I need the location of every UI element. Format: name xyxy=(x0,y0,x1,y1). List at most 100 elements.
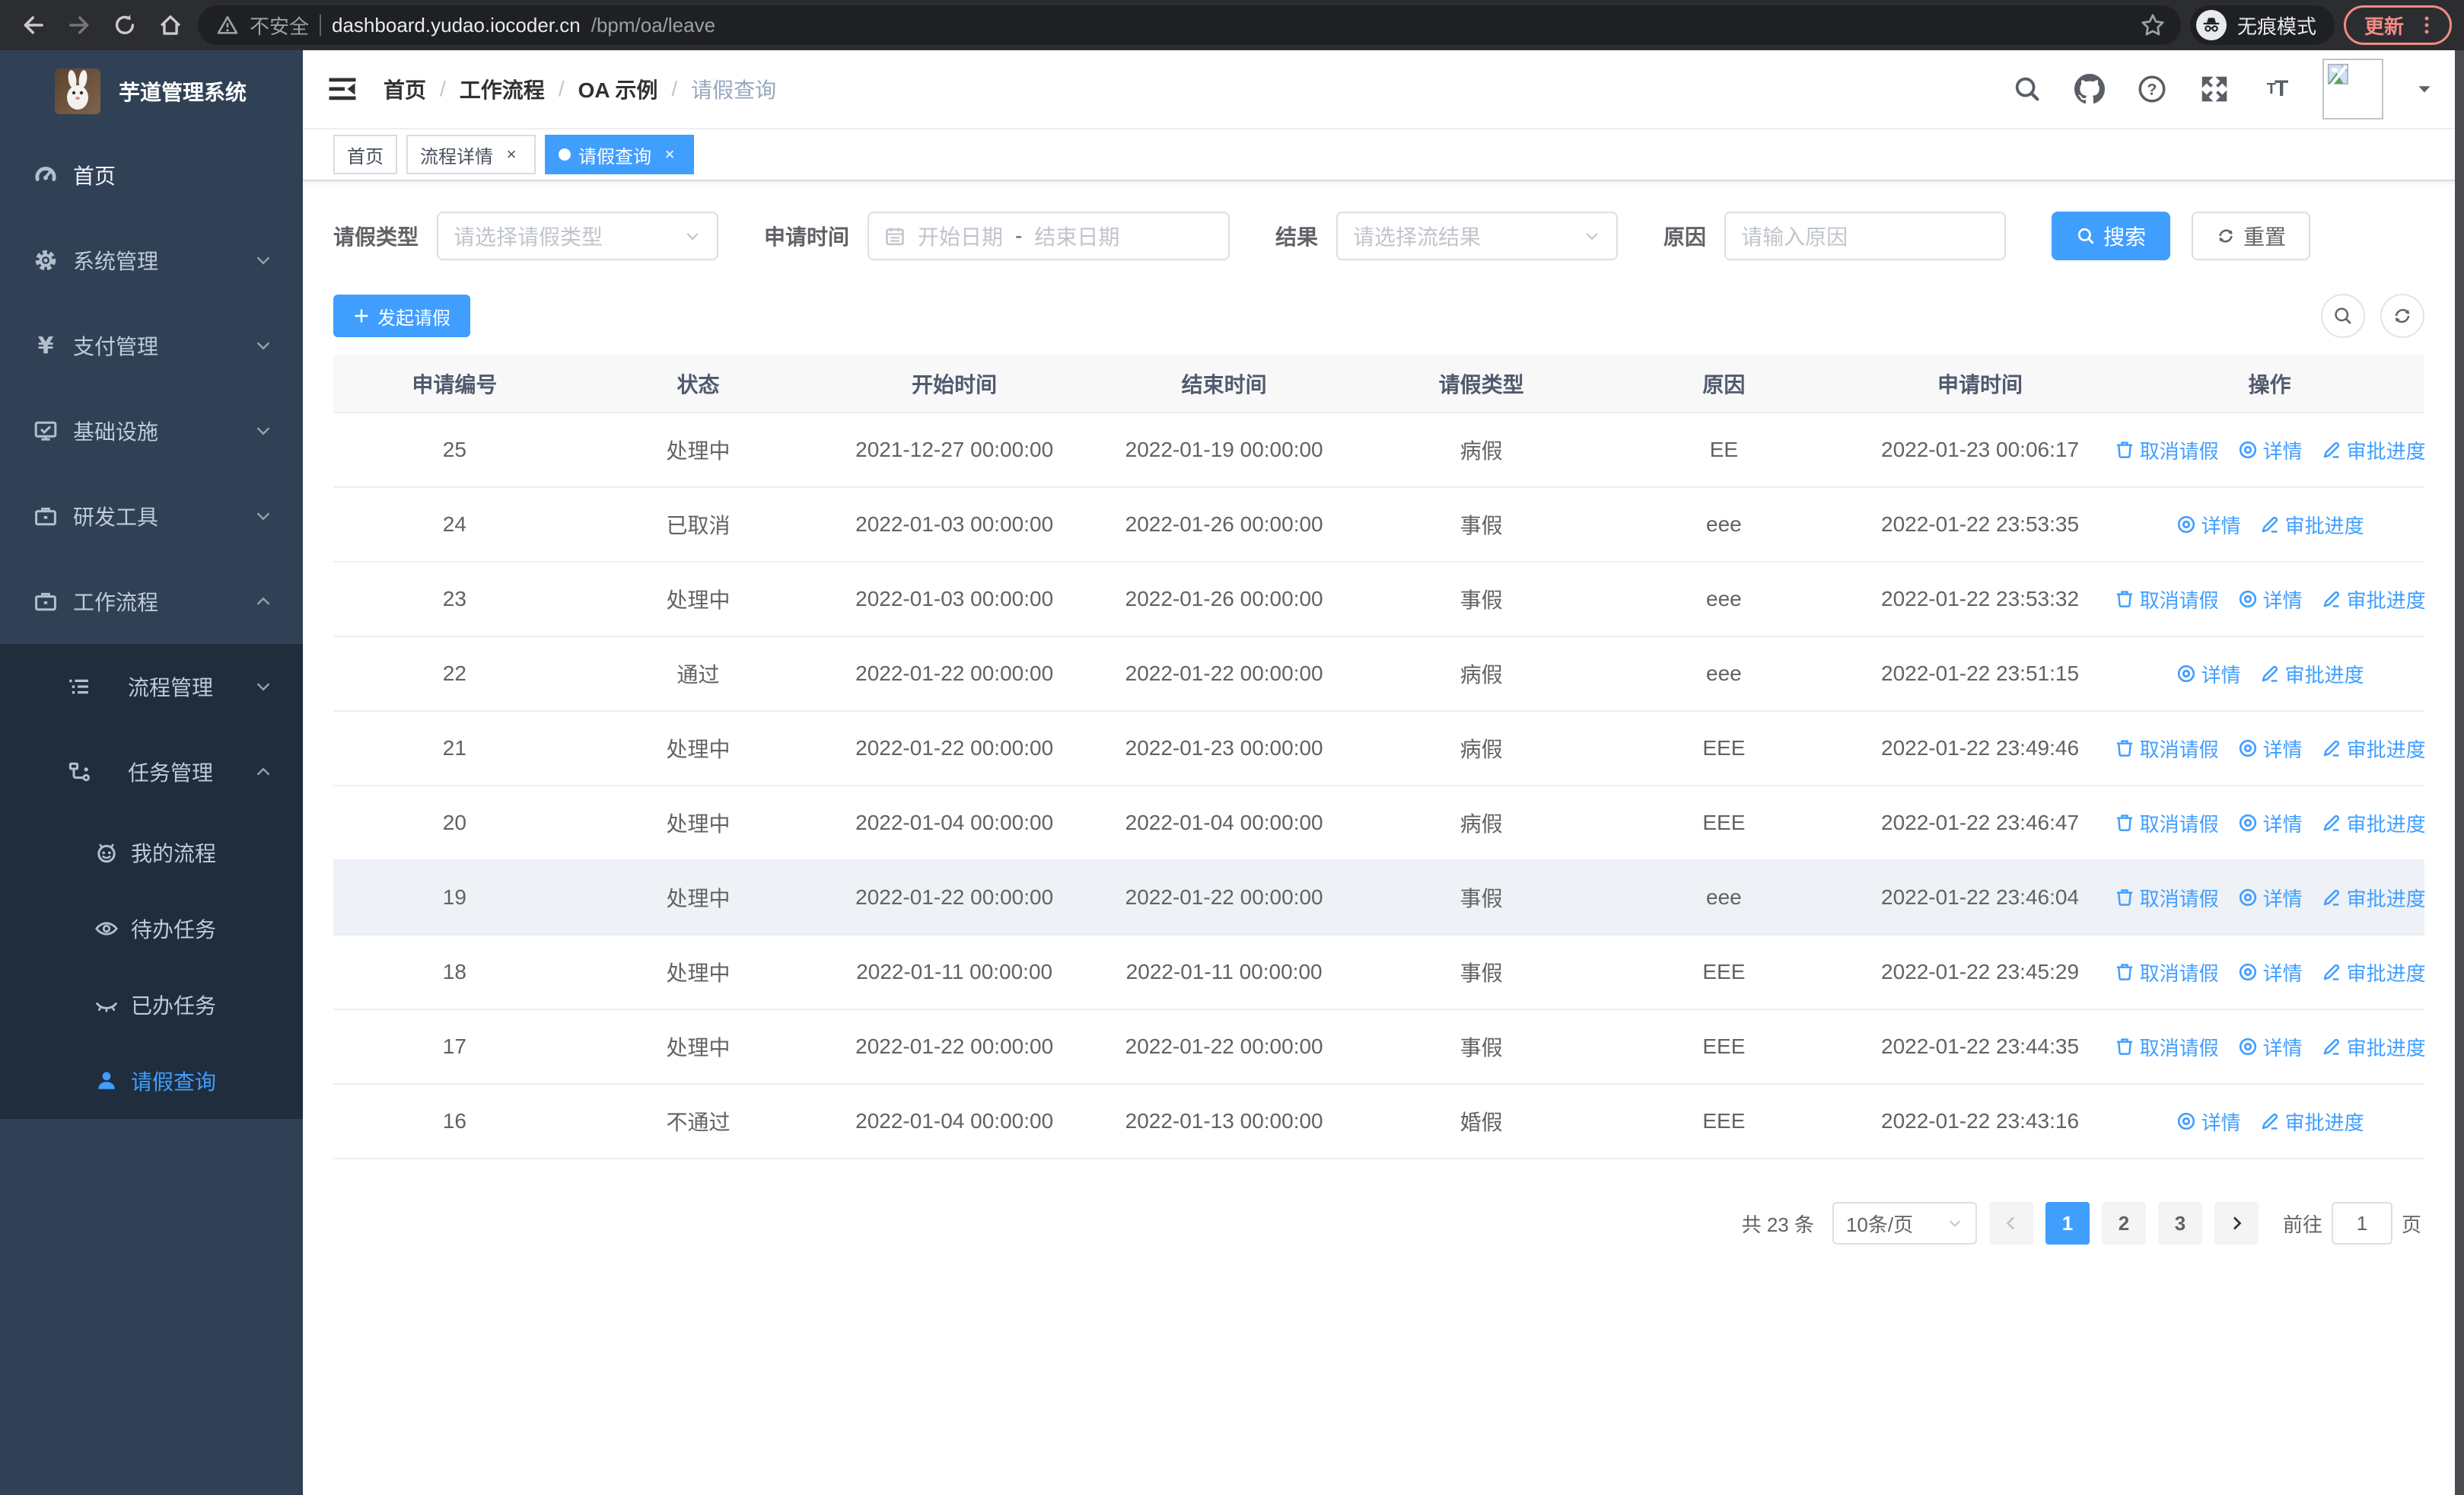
sidebar-item-my-process[interactable]: 我的流程 xyxy=(0,814,303,891)
pen-icon xyxy=(2259,1111,2281,1132)
page-size-select[interactable]: 10条/页 xyxy=(1832,1202,1977,1245)
cell-end: 2022-01-22 00:00:00 xyxy=(1088,860,1361,936)
back-icon[interactable] xyxy=(15,7,52,43)
result-select[interactable]: 请选择流结果 xyxy=(1336,212,1619,260)
page-button-3[interactable]: 3 xyxy=(2157,1202,2202,1245)
leave-type-select[interactable]: 请选择请假类型 xyxy=(437,212,719,260)
tab-请假查询[interactable]: 请假查询 × xyxy=(545,135,694,174)
apply-time-range-picker[interactable]: 开始日期 - 结束日期 xyxy=(867,212,1230,260)
reload-icon[interactable] xyxy=(107,7,143,43)
omnibox-divider xyxy=(320,14,322,36)
reset-button[interactable]: 重置 xyxy=(2192,212,2311,260)
github-icon[interactable] xyxy=(2073,72,2106,106)
avatar[interactable] xyxy=(2322,59,2383,120)
goto-page-input[interactable]: 1 xyxy=(2331,1202,2392,1245)
sidebar-item-process-mgmt[interactable]: 流程管理 xyxy=(0,644,303,729)
incognito-label: 无痕模式 xyxy=(2236,14,2316,38)
tab-close-icon[interactable]: × xyxy=(501,144,522,165)
sidebar-item-system[interactable]: 系统管理 xyxy=(0,218,303,303)
progress-link[interactable]: 审批进度 xyxy=(2321,436,2426,464)
date-start-placeholder[interactable]: 开始日期 xyxy=(918,221,1003,251)
detail-link[interactable]: 详情 xyxy=(2176,511,2241,539)
progress-link[interactable]: 审批进度 xyxy=(2259,660,2364,688)
progress-link[interactable]: 审批进度 xyxy=(2321,735,2426,763)
page-button-1[interactable]: 1 xyxy=(2045,1202,2090,1245)
progress-link[interactable]: 审批进度 xyxy=(2321,585,2426,614)
search-button-label: 搜索 xyxy=(2103,225,2147,249)
cancel-link[interactable]: 取消请假 xyxy=(2114,809,2219,837)
cancel-link[interactable]: 取消请假 xyxy=(2114,735,2219,763)
cancel-link[interactable]: 取消请假 xyxy=(2114,884,2219,912)
forward-icon[interactable] xyxy=(61,7,97,43)
detail-link[interactable]: 详情 xyxy=(2237,1033,2303,1061)
tab-close-icon[interactable]: × xyxy=(659,144,680,165)
cell-type: 事假 xyxy=(1360,1009,1603,1085)
detail-link[interactable]: 详情 xyxy=(2237,585,2303,614)
security-label[interactable]: 不安全 xyxy=(250,11,309,40)
sidebar-item-task-mgmt[interactable]: 任务管理 xyxy=(0,729,303,814)
progress-link[interactable]: 审批进度 xyxy=(2259,511,2364,539)
create-leave-button[interactable]: 发起请假 xyxy=(333,295,470,337)
window-scrollbar-edge[interactable] xyxy=(2455,50,2464,1495)
sidebar-item-todo-tasks[interactable]: 待办任务 xyxy=(0,891,303,967)
refresh-icon xyxy=(2395,308,2410,324)
sidebar-item-devtools[interactable]: 研发工具 xyxy=(0,473,303,559)
detail-link[interactable]: 详情 xyxy=(2237,809,2303,837)
bookmark-star-icon[interactable] xyxy=(2140,12,2166,38)
help-icon[interactable]: ? xyxy=(2135,72,2169,106)
page-button-2[interactable]: 2 xyxy=(2101,1202,2146,1245)
search-button[interactable]: 搜索 xyxy=(2052,212,2171,260)
list-icon xyxy=(67,674,91,699)
sidebar-item-home[interactable]: 首页 xyxy=(0,132,303,218)
browser-update-button[interactable]: 更新 xyxy=(2343,5,2452,45)
pen-icon xyxy=(2321,1036,2342,1057)
breadcrumb-item[interactable]: OA 示例 xyxy=(578,74,658,104)
next-page-button[interactable] xyxy=(2214,1202,2259,1245)
cancel-link[interactable]: 取消请假 xyxy=(2114,958,2219,987)
cancel-link[interactable]: 取消请假 xyxy=(2114,1033,2219,1061)
progress-link[interactable]: 审批进度 xyxy=(2321,884,2426,912)
url-bar[interactable]: 不安全 dashboard.yudao.iocoder.cn/bpm/oa/le… xyxy=(198,5,2181,45)
progress-link[interactable]: 审批进度 xyxy=(2259,1108,2364,1136)
pen-icon xyxy=(2259,663,2281,684)
sidebar-item-done-tasks[interactable]: 已办任务 xyxy=(0,967,303,1043)
detail-link[interactable]: 详情 xyxy=(2237,436,2303,464)
detail-link[interactable]: 详情 xyxy=(2176,1108,2241,1136)
avatar-caret-icon[interactable] xyxy=(2415,80,2434,98)
detail-link[interactable]: 详情 xyxy=(2237,735,2303,763)
breadcrumb-item[interactable]: 首页 xyxy=(384,74,426,104)
cell-end: 2022-01-11 00:00:00 xyxy=(1088,935,1361,1010)
breadcrumb-item[interactable]: 工作流程 xyxy=(460,74,545,104)
logo-image xyxy=(55,69,100,114)
row-actions: 取消请假 详情 审批进度 xyxy=(2114,958,2426,987)
update-label[interactable]: 更新 xyxy=(2364,11,2404,40)
eye-circle-icon xyxy=(2237,588,2259,610)
sidebar-collapse-icon[interactable] xyxy=(326,72,359,106)
sidebar-item-infra[interactable]: 基础设施 xyxy=(0,388,303,473)
reason-input[interactable]: 请输入原因 xyxy=(1724,212,2007,260)
date-end-placeholder[interactable]: 结束日期 xyxy=(1034,221,1119,251)
sidebar-item-workflow[interactable]: 工作流程 xyxy=(0,559,303,644)
detail-link[interactable]: 详情 xyxy=(2237,884,2303,912)
sidebar-item-payment[interactable]: ¥ 支付管理 xyxy=(0,303,303,388)
detail-link[interactable]: 详情 xyxy=(2176,660,2241,688)
progress-link[interactable]: 审批进度 xyxy=(2321,958,2426,987)
cancel-link[interactable]: 取消请假 xyxy=(2114,436,2219,464)
search-icon[interactable] xyxy=(2010,72,2044,106)
progress-link[interactable]: 审批进度 xyxy=(2321,1033,2426,1061)
detail-link[interactable]: 详情 xyxy=(2237,958,2303,987)
show-search-button[interactable] xyxy=(2321,294,2365,338)
browser-menu-icon[interactable] xyxy=(2416,14,2437,36)
fullscreen-icon[interactable] xyxy=(2198,72,2231,106)
tab-流程详情[interactable]: 流程详情 × xyxy=(406,135,536,174)
progress-link[interactable]: 审批进度 xyxy=(2321,809,2426,837)
sidebar-logo[interactable]: 芋道管理系统 xyxy=(0,50,303,132)
cancel-link[interactable]: 取消请假 xyxy=(2114,585,2219,614)
action-label: 审批进度 xyxy=(2346,439,2426,463)
sidebar-item-leave-query[interactable]: 请假查询 xyxy=(0,1043,303,1119)
prev-page-button[interactable] xyxy=(1988,1202,2033,1245)
font-size-icon[interactable]: TT xyxy=(2260,72,2294,106)
home-icon[interactable] xyxy=(152,7,189,43)
refresh-table-button[interactable] xyxy=(2380,294,2424,338)
tab-首页[interactable]: 首页 xyxy=(333,135,397,174)
